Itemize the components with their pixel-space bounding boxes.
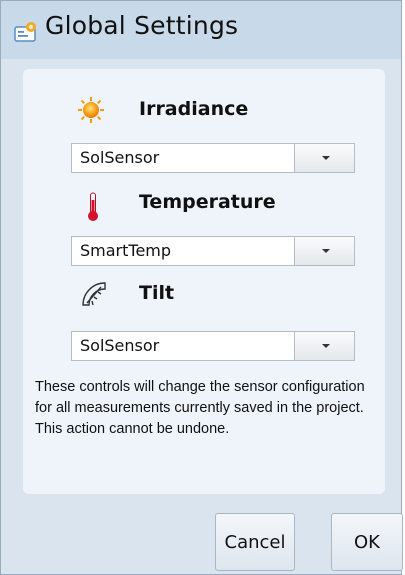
tilt-label: Tilt	[139, 282, 175, 304]
irradiance-dropdown-button[interactable]	[294, 144, 354, 172]
chevron-down-icon	[322, 344, 330, 348]
warning-note: These controls will change the sensor co…	[35, 379, 365, 437]
chevron-down-icon	[322, 249, 330, 253]
protractor-icon	[79, 279, 111, 315]
irradiance-label: Irradiance	[139, 98, 249, 120]
cancel-button[interactable]: Cancel	[215, 513, 295, 571]
global-settings-dialog: Global Settings Irradiance SolSensor Tem…	[0, 0, 403, 575]
settings-window-icon	[13, 20, 39, 44]
irradiance-sensor-select[interactable]: SolSensor	[71, 143, 355, 173]
tilt-sensor-select[interactable]: SolSensor	[71, 331, 355, 361]
temperature-sensor-select[interactable]: SmartTemp	[71, 236, 355, 266]
temperature-selected-value: SmartTemp	[80, 241, 172, 260]
thermometer-icon	[86, 192, 100, 226]
irradiance-selected-value: SolSensor	[80, 148, 160, 167]
temperature-dropdown-button[interactable]	[294, 237, 354, 265]
window-title: Global Settings	[45, 11, 239, 40]
title-bar: Global Settings	[1, 1, 401, 59]
tilt-dropdown-button[interactable]	[294, 332, 354, 360]
ok-button[interactable]: OK	[331, 513, 403, 571]
sun-icon	[77, 96, 105, 128]
temperature-label: Temperature	[139, 191, 276, 213]
settings-panel: Irradiance SolSensor Temperature SmartTe…	[23, 69, 385, 494]
chevron-down-icon	[322, 156, 330, 160]
tilt-selected-value: SolSensor	[80, 336, 160, 355]
